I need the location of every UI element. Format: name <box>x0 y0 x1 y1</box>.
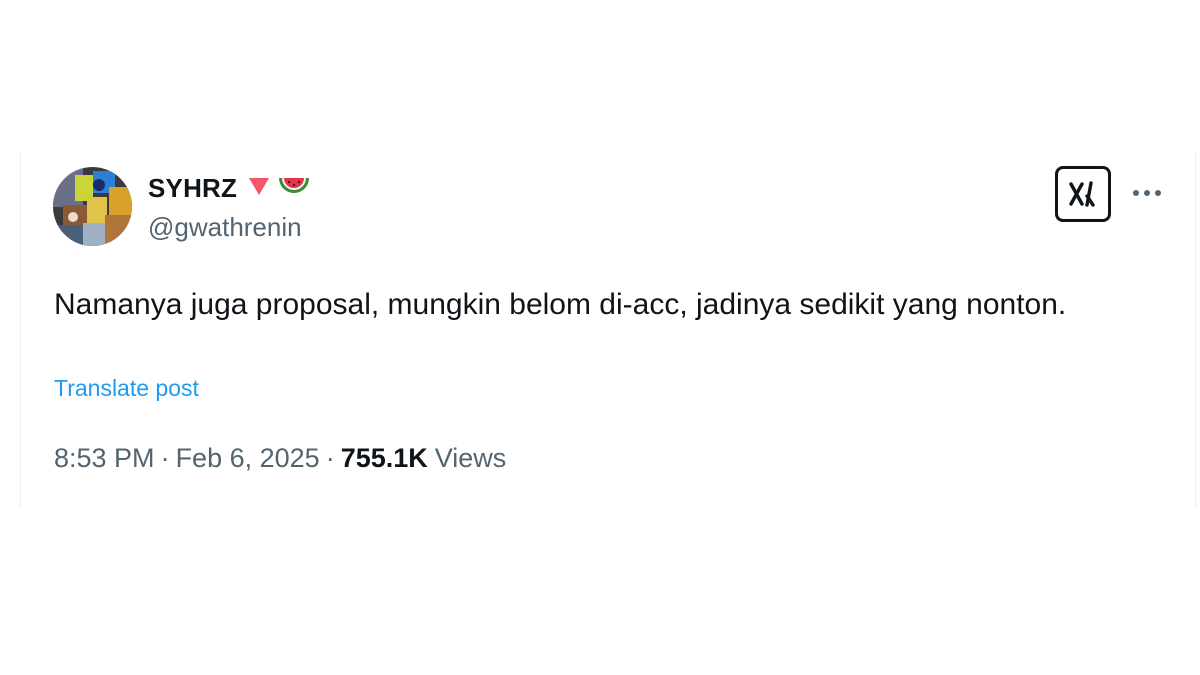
more-options-icon <box>1133 190 1161 196</box>
display-name[interactable]: SYHRZ <box>148 173 237 204</box>
translate-post-link[interactable]: Translate post <box>54 375 199 402</box>
watermelon-icon <box>277 174 311 203</box>
tweet-time[interactable]: 8:53 PM <box>54 443 155 474</box>
views-count: 755.1K <box>340 443 428 473</box>
tweet-card[interactable]: SYHRZ @gwathrenin Namanya juga proposal,… <box>20 152 1196 508</box>
avatar[interactable] <box>53 167 132 246</box>
meta-separator: · <box>160 443 170 473</box>
grok-button[interactable] <box>1055 166 1111 222</box>
tweet-date[interactable]: Feb 6, 2025 <box>176 443 320 474</box>
handle[interactable]: @gwathrenin <box>148 212 311 243</box>
more-options-button[interactable] <box>1127 178 1167 208</box>
user-block: SYHRZ @gwathrenin <box>148 172 311 252</box>
views-label[interactable]: Views <box>435 443 507 474</box>
tweet-meta: 8:53 PM · Feb 6, 2025 · 755.1K Views <box>54 443 506 474</box>
red-triangle-down-icon <box>247 175 271 202</box>
name-row: SYHRZ <box>148 172 311 204</box>
page: SYHRZ @gwathrenin Namanya juga proposal,… <box>0 0 1200 675</box>
grok-icon <box>1069 181 1095 207</box>
tweet-text: Namanya juga proposal, mungkin belom di-… <box>54 288 1067 321</box>
avatar-image <box>53 167 132 246</box>
meta-separator: · <box>325 443 335 473</box>
